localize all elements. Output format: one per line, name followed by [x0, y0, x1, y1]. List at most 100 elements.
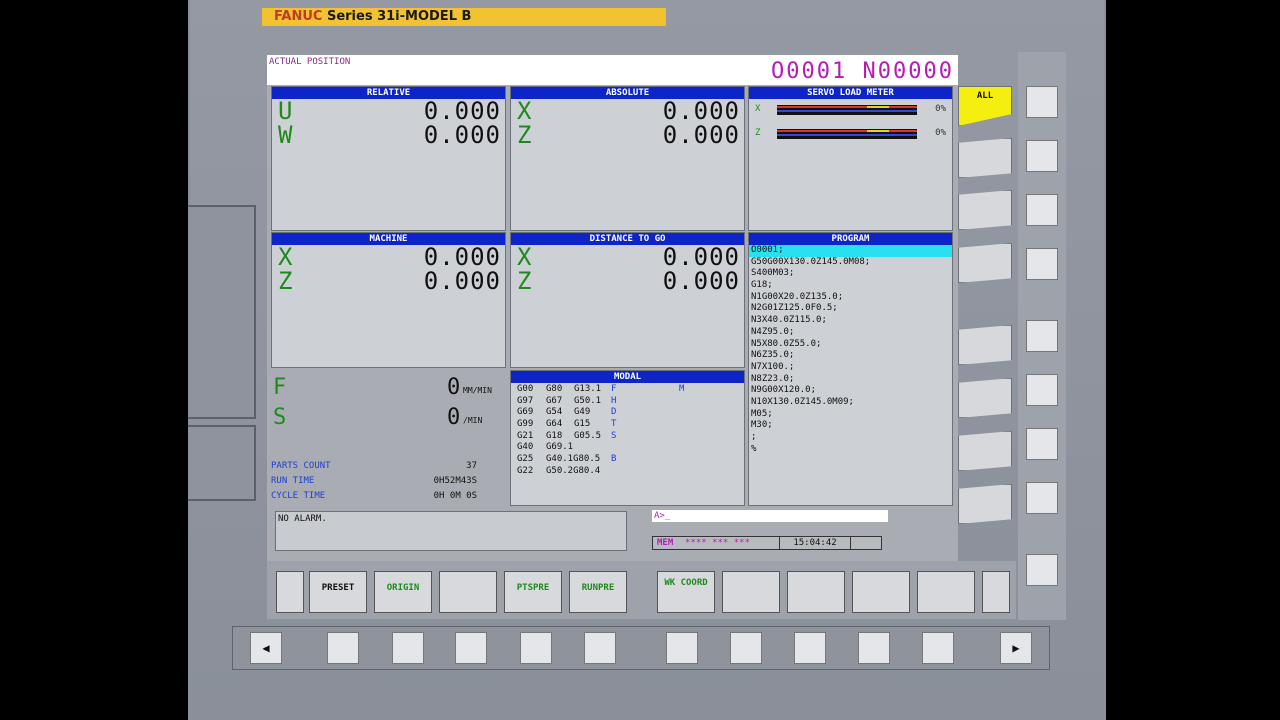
right-key[interactable]	[1026, 86, 1058, 118]
axis-value: 0.000	[662, 267, 740, 295]
softkey-blank[interactable]	[722, 571, 780, 613]
status-state: **** *** ***	[685, 538, 751, 548]
right-key[interactable]	[1026, 428, 1058, 460]
softkey-blank[interactable]	[439, 571, 497, 613]
modal-cell: G54	[546, 407, 563, 418]
modal-title: MODAL	[511, 371, 744, 383]
axis-value: 0.000	[662, 97, 740, 125]
feed-unit: MM/MIN	[463, 386, 492, 395]
modal-cell: G25	[517, 454, 534, 465]
info-value: 0H 0M 0S	[433, 491, 477, 501]
modal-cell: G97	[517, 395, 534, 406]
bottom-key[interactable]	[922, 632, 954, 664]
axis-row: X 0.000	[511, 99, 744, 123]
modal-cell: H	[611, 395, 617, 406]
modal-cell: G69	[517, 407, 534, 418]
axis-value: 0.000	[423, 267, 501, 295]
softkey-blank[interactable]	[852, 571, 910, 613]
program-line: M30;	[751, 420, 773, 431]
program-title: PROGRAM	[749, 233, 952, 245]
vertical-softkey[interactable]	[958, 190, 1012, 230]
softkey-runpre[interactable]: RUNPRE	[569, 571, 627, 613]
page-left-button[interactable]: ◀	[250, 632, 282, 664]
modal-row: G25 G40.1G80.5 B	[511, 454, 744, 466]
right-key[interactable]	[1026, 320, 1058, 352]
softkey-blank[interactable]	[917, 571, 975, 613]
brand-model: Series 31i-MODEL B	[322, 9, 472, 24]
modal-cell: G50.2G80.4	[546, 465, 601, 476]
modal-cell: G67	[546, 395, 563, 406]
vertical-softkey[interactable]	[958, 378, 1012, 418]
modal-cell: G15	[574, 419, 591, 430]
softkey-origin[interactable]: ORIGIN	[374, 571, 432, 613]
status-mode: MEM	[657, 538, 674, 548]
axis-name: Z	[517, 267, 532, 295]
modal-cell: D	[611, 407, 617, 418]
axis-row: W 0.000	[272, 123, 505, 147]
modal-row: G21 G18 G05.5 S	[511, 431, 744, 443]
bottom-key[interactable]	[392, 632, 424, 664]
modal-cell: B	[611, 454, 617, 465]
axis-row: X 0.000	[511, 245, 744, 269]
right-key[interactable]	[1026, 554, 1058, 586]
speed-value: 0	[447, 405, 461, 430]
vertical-softkey[interactable]	[958, 484, 1012, 524]
info-label: CYCLE TIME	[271, 491, 326, 501]
right-key[interactable]	[1026, 194, 1058, 226]
cnc-screen: ACTUAL POSITION O0001 N00000 RELATIVE U0…	[267, 55, 958, 561]
axis-value: 0.000	[662, 243, 740, 271]
key-input-buffer[interactable]: A>_	[652, 510, 888, 522]
axis-row: Z 0.000	[511, 269, 744, 293]
softkey-ptspre[interactable]: PTSPRE	[504, 571, 562, 613]
program-line: N10X130.0Z145.0M09;	[751, 396, 854, 407]
modal-cell: M	[679, 384, 685, 394]
program-line: N6Z35.0;	[751, 350, 795, 361]
softkey-bar: PRESET ORIGIN PTSPRE RUNPRE WK COORD	[267, 561, 1016, 619]
modal-row: G69 G54 G49 D	[511, 407, 744, 419]
softkey-preset[interactable]: PRESET	[309, 571, 367, 613]
modal-cell: G21	[517, 430, 534, 441]
servo-title: SERVO LOAD METER	[749, 87, 952, 99]
vertical-softkey[interactable]	[958, 138, 1012, 178]
cycle-time-row: CYCLE TIME 0H 0M 0S	[271, 491, 477, 504]
bottom-key[interactable]	[455, 632, 487, 664]
axis-row: X 0.000	[272, 245, 505, 269]
bottom-key[interactable]	[584, 632, 616, 664]
screen-title: ACTUAL POSITION	[269, 57, 351, 67]
page-right-button[interactable]: ▶	[1000, 632, 1032, 664]
modal-cell: G40	[517, 442, 534, 453]
modal-cell: G05.5	[574, 430, 602, 441]
status-time: 15:04:42	[779, 537, 851, 549]
axis-value: 0.000	[423, 243, 501, 271]
right-key[interactable]	[1026, 248, 1058, 280]
relative-panel: RELATIVE U 0.000 W 0.000	[271, 86, 506, 231]
servo-row: Z 0%	[749, 123, 952, 147]
bottom-key[interactable]	[730, 632, 762, 664]
status-bar: MEM **** *** *** 15:04:42	[652, 536, 882, 550]
screen-header: ACTUAL POSITION O0001 N00000	[267, 55, 958, 85]
bottom-key[interactable]	[858, 632, 890, 664]
bottom-key[interactable]	[666, 632, 698, 664]
vertical-softkey[interactable]	[958, 431, 1012, 471]
right-key[interactable]	[1026, 374, 1058, 406]
speed-label: S	[273, 405, 287, 430]
vertical-softkey[interactable]	[958, 325, 1012, 365]
bottom-key[interactable]	[327, 632, 359, 664]
right-key[interactable]	[1026, 140, 1058, 172]
axis-row: Z 0.000	[511, 123, 744, 147]
axis-name: U	[278, 97, 293, 125]
axis-row: Z 0.000	[272, 269, 505, 293]
right-key[interactable]	[1026, 482, 1058, 514]
axis-value: 0.000	[662, 121, 740, 149]
softkey-return[interactable]	[276, 571, 304, 613]
bottom-key[interactable]	[794, 632, 826, 664]
softkey-blank[interactable]	[787, 571, 845, 613]
program-number: O0001 N00000	[771, 59, 954, 84]
bottom-key[interactable]	[520, 632, 552, 664]
program-line: O0001;	[749, 245, 952, 257]
softkey-next[interactable]	[982, 571, 1010, 613]
softkey-wk-coord[interactable]: WK COORD	[657, 571, 715, 613]
axis-name: X	[517, 97, 532, 125]
vertical-softkey[interactable]	[958, 243, 1012, 283]
run-time-row: RUN TIME 0H52M43S	[271, 476, 477, 489]
